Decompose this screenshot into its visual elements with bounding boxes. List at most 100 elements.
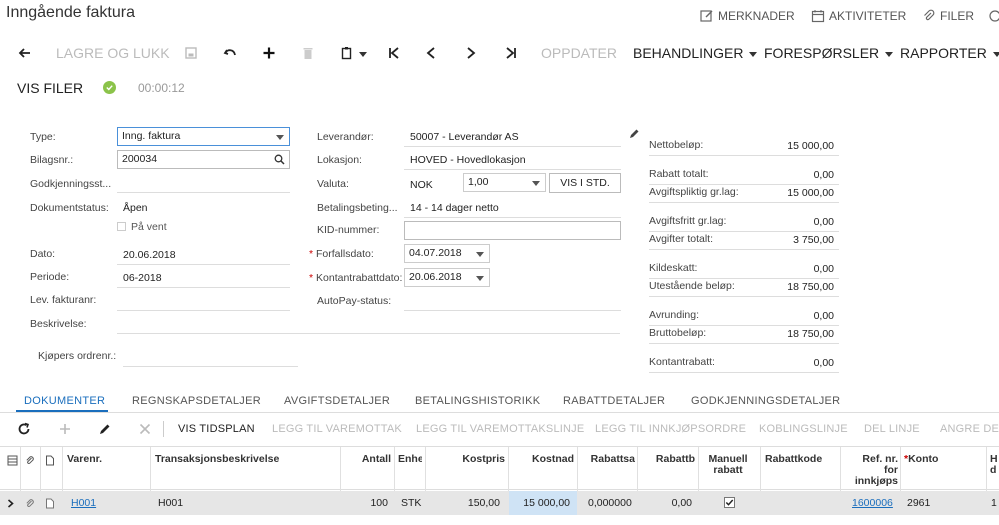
back-arrow-icon[interactable] [15,44,33,62]
summary-value: 0,00 [813,215,834,228]
undo-icon[interactable] [221,44,239,62]
chevron-down-icon [532,181,540,186]
split-line-button[interactable]: DEL LINJE [864,423,920,435]
add-po-button[interactable]: LEGG TIL INNKJØPSORDRE [595,423,746,435]
vendor-value[interactable]: 50007 - Leverandør AS [410,131,519,143]
doc-no-value: 200034 [122,153,158,165]
buyer-order-label: Kjøpers ordrenr.: [38,350,117,362]
save-icon[interactable] [182,44,200,62]
history-icon[interactable] [988,9,999,23]
show-files-button[interactable]: VIS FILER [17,80,83,96]
activities-link[interactable]: AKTIVITETER [811,9,906,23]
add-icon[interactable] [260,44,278,62]
row-po-ref[interactable]: 1600006 [852,497,893,509]
vendor-ref-field[interactable] [117,310,290,311]
row-description[interactable]: H001 [158,497,183,509]
row-extra[interactable]: 1 [991,497,997,509]
tab-documents[interactable]: DOKUMENTER [24,395,105,407]
column-settings-icon[interactable] [7,455,18,466]
edit-note-icon [700,10,713,22]
edit-row-icon[interactable] [97,421,113,437]
pencil-icon[interactable] [628,128,640,140]
row-discount-pct[interactable]: 0,000000 [588,497,632,509]
row-ext-cost[interactable]: 15 000,00 [508,497,570,509]
col-unit-cost[interactable]: Kostpris [425,454,505,465]
row-selector-chevron-icon[interactable] [7,499,14,508]
last-record-icon[interactable] [502,44,520,62]
check-circle-icon [103,81,116,94]
notes-link[interactable]: MERKNADER [700,9,795,23]
row-manual-discount-checkbox[interactable] [724,497,735,508]
terms-value[interactable]: 14 - 14 dager netto [410,202,499,214]
date-value[interactable]: 20.06.2018 [123,249,176,261]
chevron-down-icon [476,252,484,257]
tabs-divider [0,412,999,413]
row-unit-cost[interactable]: 150,00 [425,497,500,509]
copy-paste-icon[interactable] [338,44,356,62]
row-attachment-icon[interactable] [25,498,35,509]
link-line-button[interactable]: KOBLINGSLINJE [759,423,848,435]
reports-menu[interactable]: RAPPORTER [900,45,999,61]
delete-row-icon[interactable] [137,421,153,437]
files-link[interactable]: FILER [922,9,974,23]
kid-input[interactable] [404,221,621,240]
row-quantity[interactable]: 100 [340,497,388,509]
col-ext-cost[interactable]: Kostnad [508,454,574,465]
tab-accounting-details[interactable]: REGNSKAPSDETALJER [132,395,261,407]
col-discount-code[interactable]: Rabattkode [765,454,822,465]
delete-icon[interactable] [299,44,317,62]
row-item[interactable]: H001 [71,497,96,509]
previous-record-icon[interactable] [422,44,440,62]
inquiries-menu[interactable]: FORESPØRSLER [764,45,893,61]
row-uom[interactable]: STK [401,497,421,509]
add-receipt-line-button[interactable]: LEGG TIL VAREMOTTAKSLINJE [416,423,584,435]
col-manual-discount[interactable]: Manuell rabatt [698,454,758,476]
update-button[interactable]: OPPDATER [541,45,617,61]
add-receipt-button[interactable]: LEGG TIL VAREMOTTAK [272,423,402,435]
tab-payment-history[interactable]: BETALINGSHISTORIKK [415,395,540,407]
on-hold-checkbox[interactable] [117,222,126,231]
location-label: Lokasjon: [317,154,362,166]
col-extra[interactable]: Hd [990,454,998,476]
add-row-icon[interactable] [57,421,73,437]
undo-split-button[interactable]: ANGRE DEL [940,423,999,435]
currency-value[interactable]: NOK [410,179,433,191]
copy-paste-chevron-icon[interactable] [359,52,367,57]
cash-discount-date-field[interactable]: 20.06.2018 [404,268,490,287]
chevron-down-icon [276,135,284,140]
col-discount-pct[interactable]: Rabattsa [577,454,635,465]
view-schedule-button[interactable]: VIS TIDSPLAN [178,423,255,435]
description-field[interactable] [117,333,620,334]
col-po-ref[interactable]: Ref. nr. for innkjøps [840,454,898,487]
row-note-icon[interactable] [45,498,55,509]
type-select[interactable]: Inng. faktura [117,127,290,146]
view-base-button[interactable]: VIS I STD. [549,173,621,193]
due-date-field[interactable]: 04.07.2018 [404,244,490,263]
col-quantity[interactable]: Antall [340,454,391,465]
tab-tax-details[interactable]: AVGIFTSDETALJER [284,395,390,407]
actions-menu[interactable]: BEHANDLINGER [633,45,757,61]
col-item[interactable]: Varenr. [67,454,102,465]
tab-discount-details[interactable]: RABATTDETALJER [563,395,665,407]
first-record-icon[interactable] [385,44,403,62]
col-account[interactable]: *Konto [904,454,938,465]
doc-no-field[interactable]: 200034 [117,150,290,169]
refresh-icon[interactable] [16,421,32,437]
col-description[interactable]: Transaksjonsbeskrivelse [155,454,279,465]
search-icon[interactable] [274,154,285,165]
period-value[interactable]: 06-2018 [123,272,162,284]
tab-approval-details[interactable]: GODKJENNINGSDETALJER [691,395,840,407]
buyer-order-field[interactable] [123,366,298,367]
save-close-button[interactable]: LAGRE OG LUKK [56,45,170,61]
type-select-value: Inng. faktura [122,130,181,142]
row-discount-amt[interactable]: 0,00 [637,497,692,509]
next-record-icon[interactable] [462,44,480,62]
location-value[interactable]: HOVED - Hovedlokasjon [410,154,526,166]
summary-label: Kildeskatt: [649,261,698,274]
col-discount-amt[interactable]: Rabattb [637,454,695,465]
col-uom[interactable]: Enhe [398,454,422,465]
summary-value: 3 750,00 [793,234,834,246]
row-account[interactable]: 2961 [907,497,930,509]
summary-value: 0,00 [813,356,834,369]
rate-select[interactable]: 1,00 [463,173,546,192]
